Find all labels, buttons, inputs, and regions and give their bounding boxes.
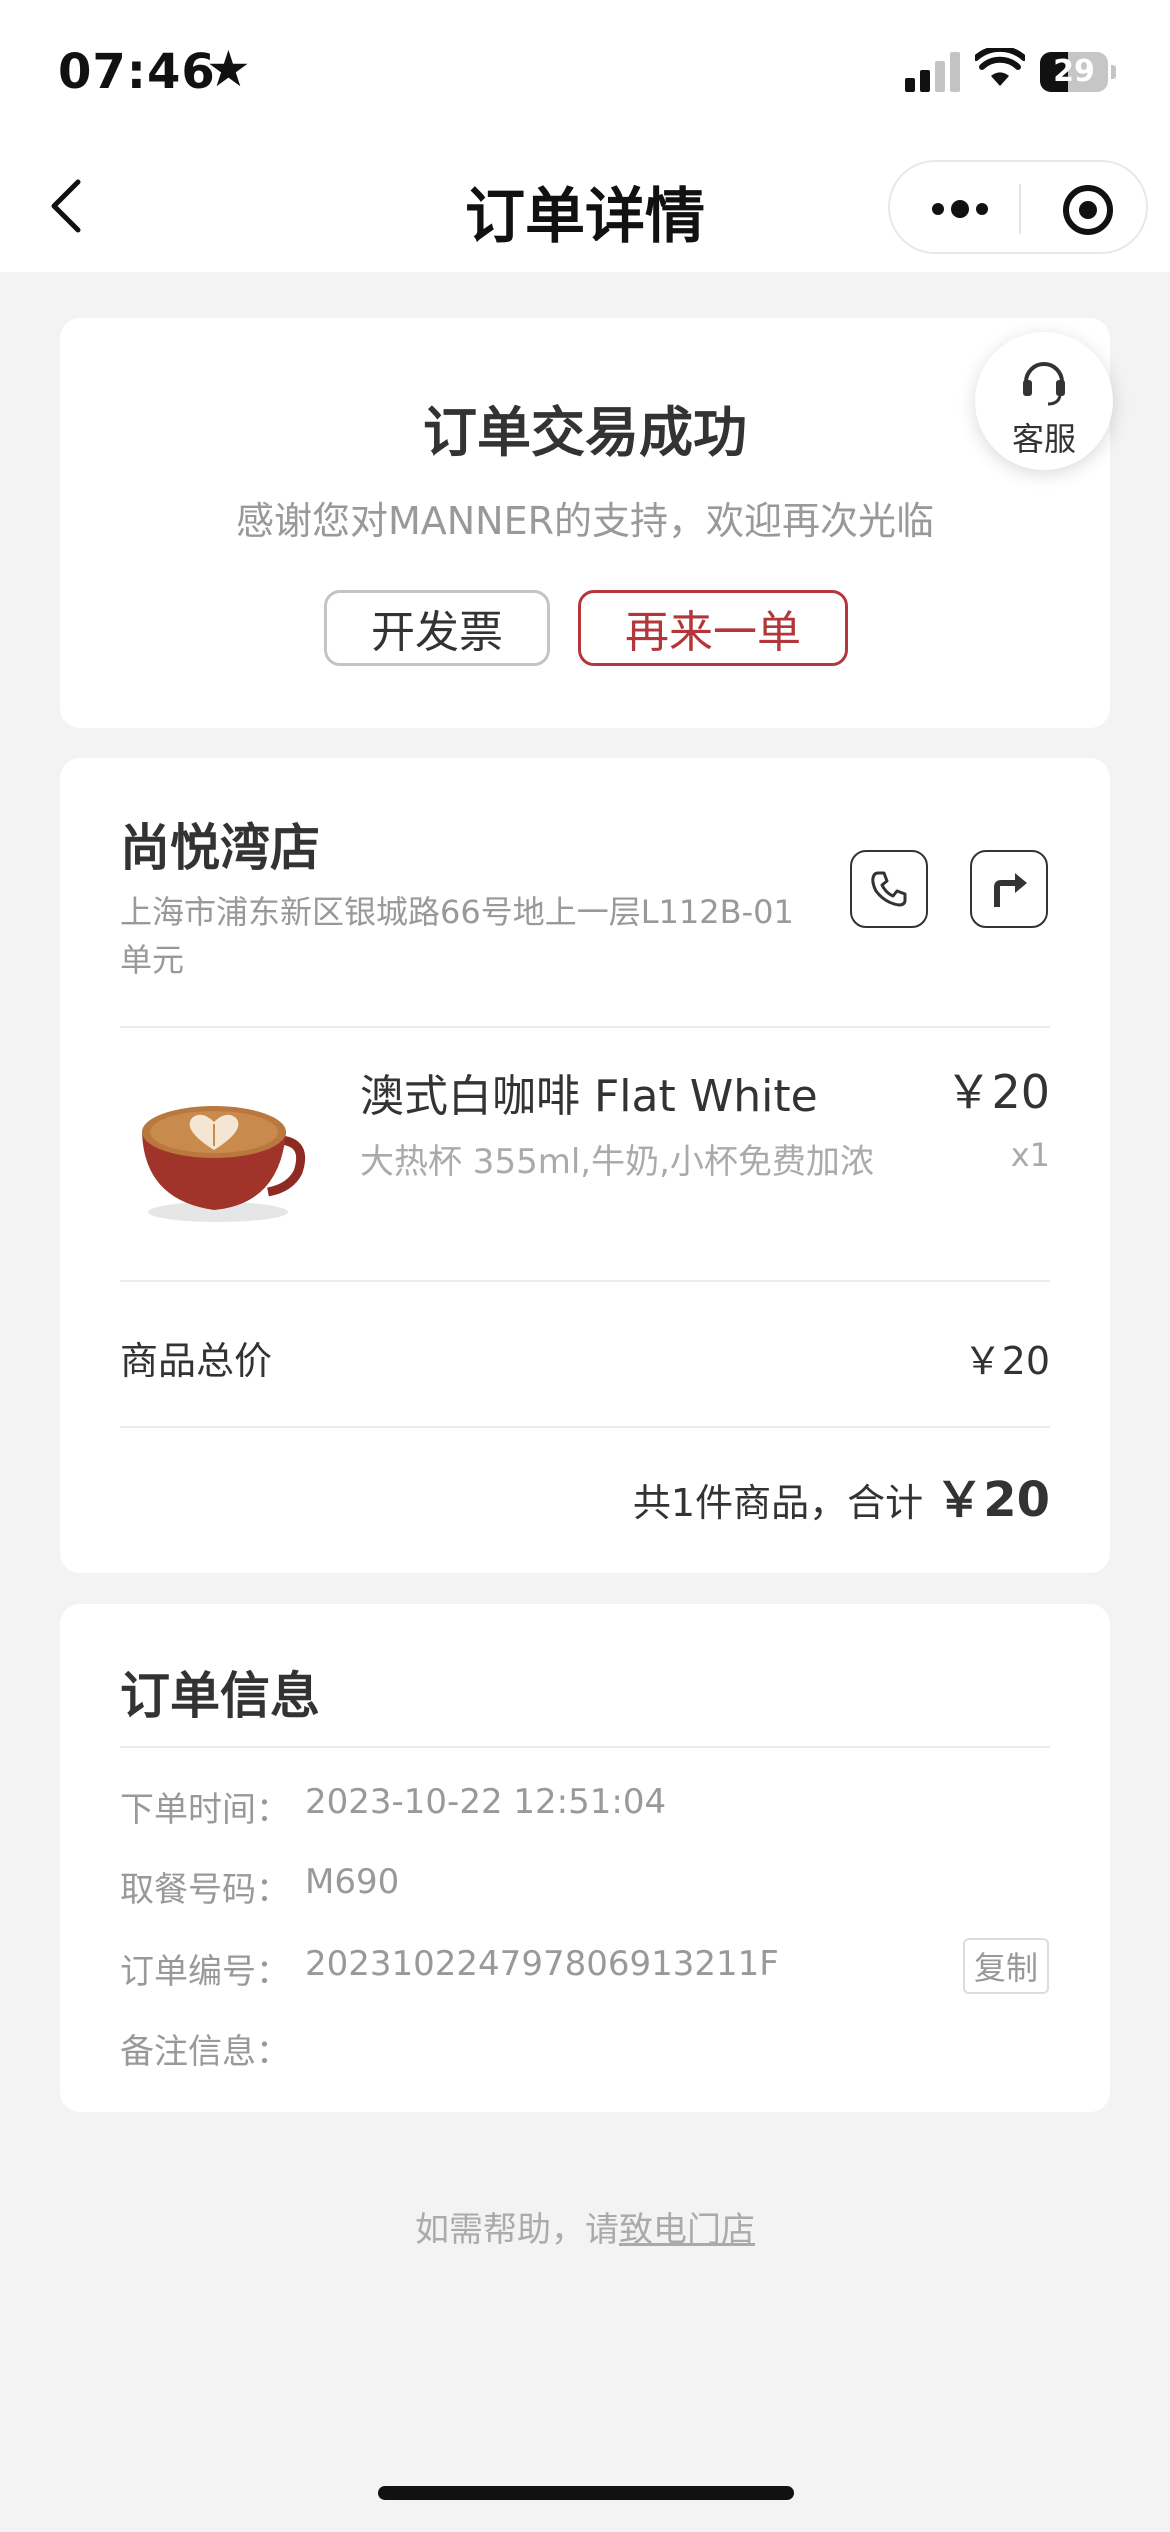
order-number-label: 订单编号： xyxy=(120,1952,290,1992)
thanks-message: 感谢您对MANNER的支持，欢迎再次光临 xyxy=(235,499,935,543)
copy-order-number-button[interactable]: 复制 xyxy=(963,1938,1049,1994)
status-time: 07:46 xyxy=(58,44,216,100)
order-time-value: 2023-10-22 12:51:04 xyxy=(305,1782,667,1822)
more-icon[interactable] xyxy=(930,189,990,229)
battery-icon: 29 xyxy=(1040,52,1116,92)
divider xyxy=(120,1746,1050,1748)
remarks-label: 备注信息： xyxy=(120,2032,290,2072)
call-store-button[interactable] xyxy=(850,850,928,928)
store-name: 尚悦湾店 xyxy=(120,819,320,877)
cellular-signal-icon xyxy=(905,50,961,92)
total-prefix: 共1件商品，合计 xyxy=(632,1481,936,1525)
order-info-card: 订单信息 下单时间： 2023-10-22 12:51:04 取餐号码： M69… xyxy=(60,1604,1110,2112)
product-price: ￥20 xyxy=(945,1065,1050,1119)
pickup-number-value: M690 xyxy=(305,1862,400,1902)
product-options: 大热杯 355ml,牛奶,小杯免费加浓 xyxy=(360,1142,874,1182)
invoice-button[interactable]: 开发票 xyxy=(324,590,550,666)
remarks-row: 备注信息： xyxy=(120,2024,290,2073)
order-status-card: 订单交易成功 感谢您对MANNER的支持，欢迎再次光临 开发票 再来一单 xyxy=(60,318,1110,728)
mini-program-capsule xyxy=(888,160,1148,254)
order-status-title: 订单交易成功 xyxy=(423,401,747,464)
store-address: 上海市浦东新区银城路66号地上一层L112B-01单元 xyxy=(120,893,794,979)
phone-icon xyxy=(871,871,907,907)
close-mini-program-icon[interactable] xyxy=(1060,182,1116,238)
total-value: ￥20 xyxy=(935,1472,1050,1528)
product-image xyxy=(142,1106,306,1222)
reorder-button[interactable]: 再来一单 xyxy=(578,590,848,666)
top-bar: 07:46 ★ 29 订单详情 xyxy=(0,0,1170,272)
divider xyxy=(120,1026,1050,1028)
customer-service-button[interactable]: 客服 xyxy=(975,332,1113,470)
order-total: 共1件商品，合计 ￥20 xyxy=(633,1460,1050,1530)
divider xyxy=(120,1280,1050,1282)
headset-icon xyxy=(1023,362,1065,406)
battery-level: 29 xyxy=(1053,54,1095,89)
wifi-icon xyxy=(975,48,1025,86)
divider xyxy=(120,1426,1050,1428)
order-info-title: 订单信息 xyxy=(120,1667,320,1725)
store-order-card: 尚悦湾店 上海市浦东新区银城路66号地上一层L112B-01单元 澳式白咖啡 F… xyxy=(60,758,1110,1573)
home-indicator[interactable] xyxy=(378,2486,794,2500)
product-quantity: x1 xyxy=(1010,1136,1050,1174)
capsule-divider xyxy=(1019,184,1021,234)
subtotal-value: ￥20 xyxy=(963,1339,1050,1383)
help-prefix: 如需帮助，请 xyxy=(415,2210,619,2250)
navigate-store-button[interactable] xyxy=(970,850,1048,928)
product-name: 澳式白咖啡 Flat White xyxy=(360,1071,818,1122)
pickup-number-label: 取餐号码： xyxy=(120,1870,290,1910)
help-text: 如需帮助，请致电门店 xyxy=(0,2202,1170,2251)
star-icon: ★ xyxy=(206,40,251,98)
directions-icon xyxy=(994,873,1027,907)
order-number-row: 订单编号： 20231022479780691321​1F xyxy=(120,1944,779,1993)
order-time-row: 下单时间： 2023-10-22 12:51:04 xyxy=(120,1782,666,1831)
subtotal-label: 商品总价 xyxy=(120,1339,273,1383)
order-time-label: 下单时间： xyxy=(120,1790,290,1830)
call-store-link[interactable]: 致电门店 xyxy=(619,2210,755,2250)
customer-service-label: 客服 xyxy=(1011,420,1076,458)
pickup-number-row: 取餐号码： M690 xyxy=(120,1862,399,1911)
order-number-value: 20231022479780691321​1F xyxy=(305,1944,779,1984)
